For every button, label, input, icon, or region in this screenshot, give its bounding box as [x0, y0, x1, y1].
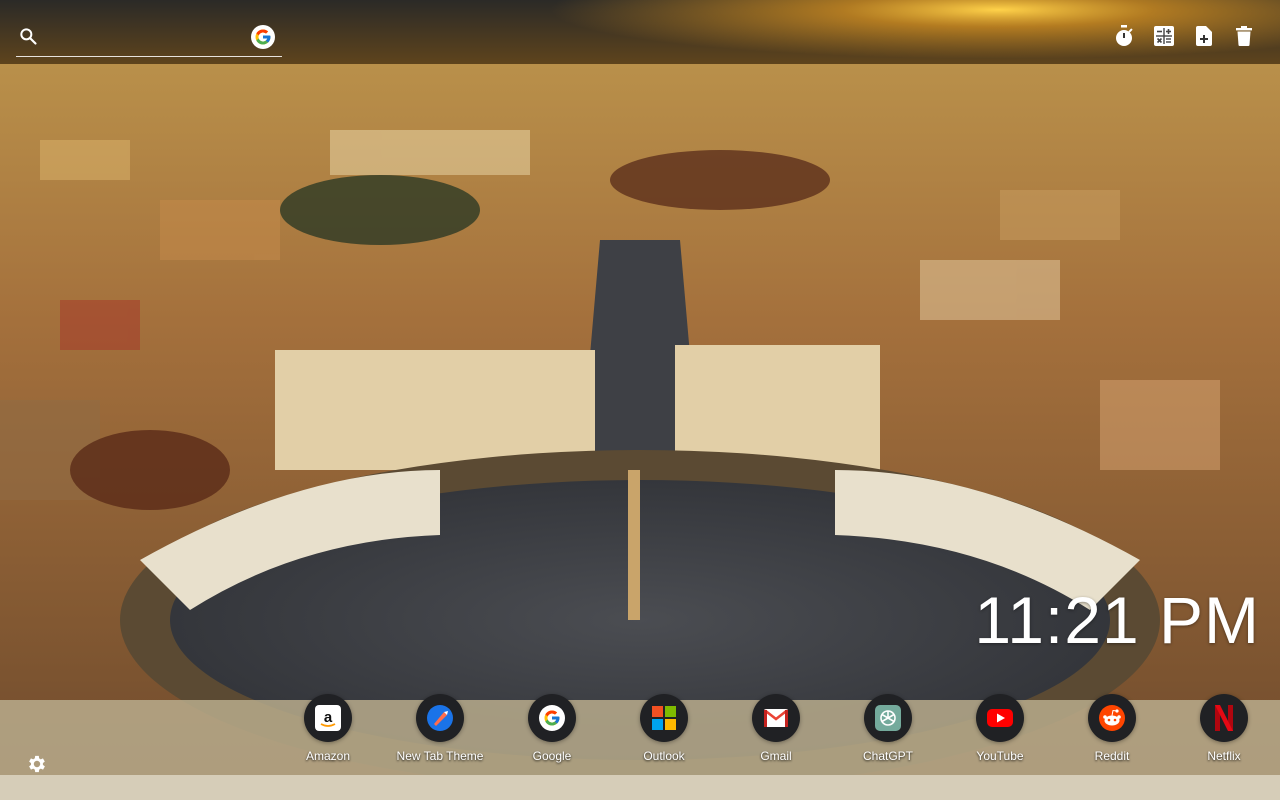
google-logo-icon[interactable]: [251, 25, 275, 49]
calculator-icon[interactable]: [1154, 24, 1174, 48]
shortcut-gmail[interactable]: Gmail: [720, 694, 832, 763]
gear-icon[interactable]: [26, 753, 48, 775]
shortcuts-dock: a Amazon New Tab Theme Google Outlook Gm…: [272, 694, 1280, 763]
toolbar: [1114, 24, 1254, 48]
shortcut-label: ChatGPT: [862, 749, 913, 763]
shortcut-label: Google: [532, 749, 572, 763]
svg-text:a: a: [324, 709, 333, 726]
amazon-icon: a: [304, 694, 352, 742]
note-add-icon[interactable]: [1194, 24, 1214, 48]
shortcut-google[interactable]: Google: [496, 694, 608, 763]
search-input[interactable]: [48, 24, 248, 52]
clock: 11:21 PM: [974, 583, 1260, 657]
trash-icon[interactable]: [1234, 24, 1254, 48]
chatgpt-icon: [864, 694, 912, 742]
search-bar: [16, 20, 282, 57]
shortcut-netflix[interactable]: Netflix: [1168, 694, 1280, 763]
stopwatch-icon[interactable]: [1114, 24, 1134, 48]
search-icon[interactable]: [18, 26, 38, 46]
gmail-icon: [752, 694, 800, 742]
shortcut-label: Amazon: [305, 749, 351, 763]
shortcut-label: YouTube: [976, 749, 1024, 763]
shortcut-amazon[interactable]: a Amazon: [272, 694, 384, 763]
shortcut-reddit[interactable]: Reddit: [1056, 694, 1168, 763]
wallpaper-image: [0, 0, 1280, 800]
new-tab-theme-icon: [416, 694, 464, 742]
shortcut-label: Reddit: [1094, 749, 1130, 763]
shortcut-youtube[interactable]: YouTube: [944, 694, 1056, 763]
shortcut-label: Netflix: [1207, 749, 1241, 763]
google-icon: [528, 694, 576, 742]
shortcut-label: Gmail: [760, 749, 792, 763]
reddit-icon: [1088, 694, 1136, 742]
microsoft-icon: [640, 694, 688, 742]
shortcut-label: Outlook: [643, 749, 685, 763]
shortcut-label: New Tab Theme: [396, 749, 484, 763]
youtube-icon: [976, 694, 1024, 742]
shortcut-chatgpt[interactable]: ChatGPT: [832, 694, 944, 763]
netflix-icon: [1200, 694, 1248, 742]
shortcut-new-tab-theme[interactable]: New Tab Theme: [384, 694, 496, 763]
shortcut-outlook[interactable]: Outlook: [608, 694, 720, 763]
